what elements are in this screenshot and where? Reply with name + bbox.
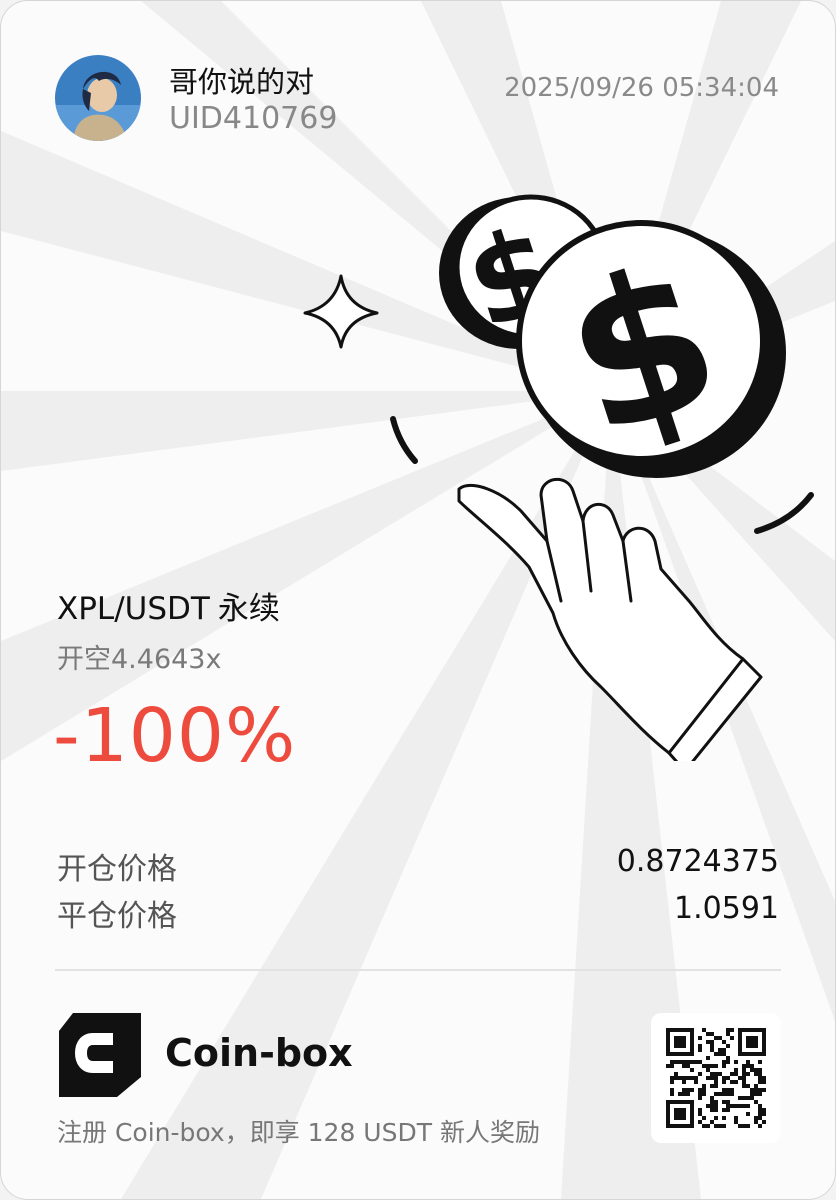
promo-text: 注册 Coin-box，即享 128 USDT 新人奖励 xyxy=(57,1118,540,1147)
coin-hand-illustration: $ $ xyxy=(303,194,814,761)
username: 哥你说的对 xyxy=(169,65,315,99)
position-side-leverage: 开空4.4643x xyxy=(57,644,222,675)
open-price-label: 开仓价格 xyxy=(57,852,177,887)
divider xyxy=(55,969,781,971)
pair-symbol: XPL/USDT xyxy=(57,591,210,627)
brand-name: Coin-box xyxy=(165,1031,353,1075)
dollar-coin-icon: $ xyxy=(516,218,786,483)
trading-pair: XPL/USDT 永续 xyxy=(57,583,280,628)
coin-box-logo-icon xyxy=(59,1013,141,1097)
contract-type: 永续 xyxy=(217,591,280,627)
pnl-percent: -100% xyxy=(53,693,297,779)
user-uid: UID410769 xyxy=(169,101,338,136)
open-price-value: 0.8724375 xyxy=(616,844,779,879)
qr-code-icon[interactable] xyxy=(651,1013,781,1143)
hand-icon xyxy=(457,478,763,761)
share-card: 哥你说的对 UID410769 2025/09/26 05:34:04 $ $ xyxy=(0,0,836,1200)
close-price-label: 平仓价格 xyxy=(57,899,177,934)
sparkle-icon xyxy=(303,274,379,349)
close-price-value: 1.0591 xyxy=(674,891,779,926)
timestamp: 2025/09/26 05:34:04 xyxy=(504,73,779,103)
avatar[interactable] xyxy=(55,55,141,141)
